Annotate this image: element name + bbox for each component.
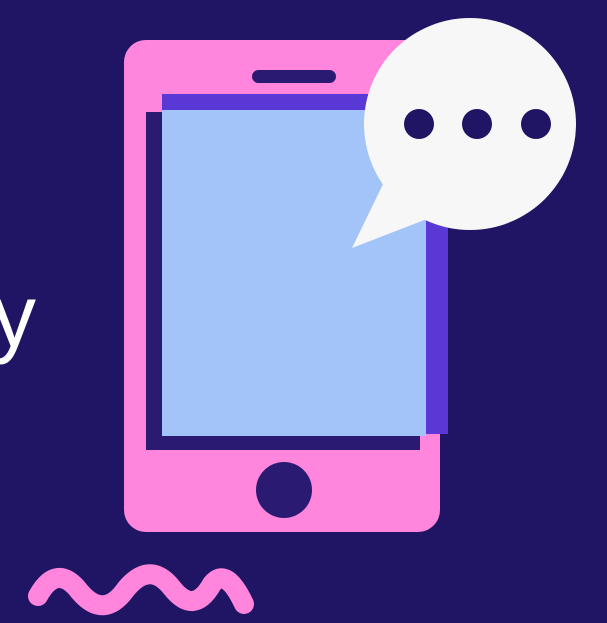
bubble-dot-2 <box>462 109 492 139</box>
home-button <box>256 462 312 518</box>
speaker-slot <box>252 70 336 83</box>
bubble-dot-3 <box>521 109 551 139</box>
bubble-dot-1 <box>404 109 434 139</box>
illustration-canvas: y <box>0 0 607 623</box>
phone-chat-illustration <box>28 18 576 616</box>
zigzag-squiggle-icon <box>28 564 254 616</box>
